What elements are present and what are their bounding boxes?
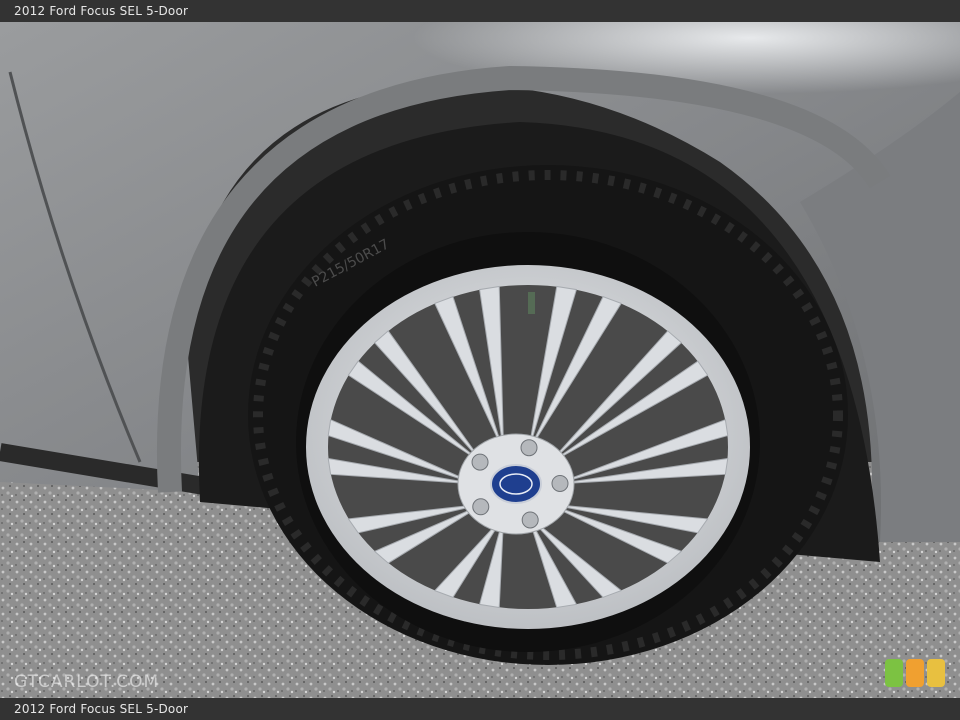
traffic-light-logo-icon bbox=[885, 659, 945, 687]
lug-nut bbox=[471, 453, 489, 471]
title-bar: 2012 Ford Focus SEL 5-Door bbox=[0, 0, 960, 22]
image-caption: 2012 Ford Focus SEL 5-Door bbox=[14, 702, 189, 716]
lug-nut bbox=[551, 474, 569, 492]
watermark: GTCARLOT.COM bbox=[14, 672, 160, 692]
caption-bar: 2012 Ford Focus SEL 5-Door bbox=[0, 698, 960, 720]
valve-stem bbox=[528, 292, 535, 314]
lug-nut bbox=[520, 439, 538, 457]
car-wheel-photo: P215/50R17 bbox=[0, 22, 960, 698]
lug-nut bbox=[521, 511, 539, 529]
ford-oval-icon bbox=[490, 464, 542, 504]
image-title: 2012 Ford Focus SEL 5-Door bbox=[14, 4, 189, 18]
lug-nut bbox=[472, 498, 490, 516]
